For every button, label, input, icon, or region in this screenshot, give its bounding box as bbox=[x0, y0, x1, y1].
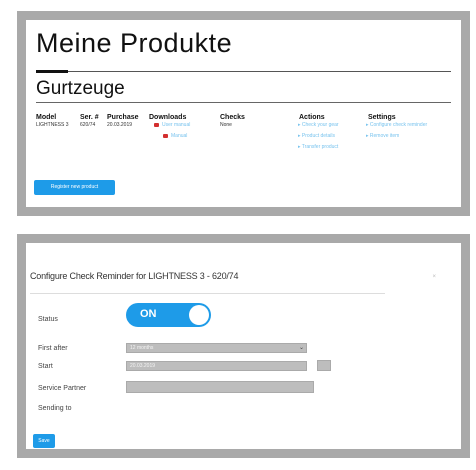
products-panel: Meine Produkte Gurtzeuge Model Ser. # Pu… bbox=[17, 11, 470, 216]
cell-purchase: 20.03.2019 bbox=[107, 122, 133, 128]
cell-serial: 620/74 bbox=[80, 122, 96, 128]
start-date-input[interactable]: 20.03.2019 bbox=[126, 361, 307, 371]
start-date-value: 20.03.2019 bbox=[130, 363, 156, 369]
header-purchase: Purchase bbox=[107, 114, 139, 121]
toggle-knob bbox=[189, 305, 209, 325]
status-toggle[interactable]: ON bbox=[126, 303, 211, 327]
settings-configure-reminder-link[interactable]: ▸ Configure check reminder bbox=[366, 122, 427, 128]
start-label: Start bbox=[38, 363, 53, 370]
modal-divider bbox=[30, 293, 385, 294]
download-user-manual-link[interactable]: User manual bbox=[162, 122, 190, 128]
cell-model: LIGHTNESS 3 bbox=[36, 122, 69, 128]
reminder-panel: Configure Check Reminder for LIGHTNESS 3… bbox=[17, 234, 470, 458]
close-icon[interactable]: × bbox=[432, 274, 436, 280]
category-divider bbox=[36, 102, 451, 103]
status-toggle-text: ON bbox=[140, 308, 157, 320]
action-product-details-link[interactable]: ▸ Product details bbox=[298, 133, 335, 139]
header-downloads: Downloads bbox=[149, 114, 187, 121]
action-transfer-link[interactable]: ▸ Transfer product bbox=[298, 144, 338, 150]
title-divider-accent bbox=[36, 70, 68, 73]
reminder-modal: Configure Check Reminder for LIGHTNESS 3… bbox=[26, 243, 461, 449]
service-partner-field[interactable] bbox=[126, 381, 314, 393]
products-panel-content: Meine Produkte Gurtzeuge Model Ser. # Pu… bbox=[26, 20, 461, 207]
cell-checks: None bbox=[220, 122, 232, 128]
save-button[interactable]: Save bbox=[33, 434, 55, 448]
pdf-icon bbox=[154, 123, 159, 127]
pdf-icon bbox=[163, 134, 168, 138]
status-label: Status bbox=[38, 316, 58, 323]
header-serial: Ser. # bbox=[80, 114, 99, 121]
category-title: Gurtzeuge bbox=[36, 78, 125, 99]
modal-title: Configure Check Reminder for LIGHTNESS 3… bbox=[30, 271, 239, 281]
first-after-select[interactable]: 12 months ⌄ bbox=[126, 343, 307, 353]
title-divider bbox=[36, 71, 451, 72]
page-title: Meine Produkte bbox=[36, 28, 233, 58]
service-partner-label: Service Partner bbox=[38, 385, 87, 392]
header-model: Model bbox=[36, 114, 57, 121]
header-settings: Settings bbox=[368, 114, 396, 121]
register-product-button[interactable]: Register new product bbox=[34, 180, 115, 195]
calendar-icon[interactable] bbox=[317, 360, 331, 371]
sending-to-label: Sending to bbox=[38, 405, 72, 412]
first-after-value: 12 months bbox=[130, 345, 154, 351]
download-manual-link[interactable]: Manual bbox=[171, 133, 187, 139]
header-checks: Checks bbox=[220, 114, 245, 121]
settings-remove-item-link[interactable]: ▸ Remove item bbox=[366, 133, 399, 139]
action-check-gear-link[interactable]: ▸ Check your gear bbox=[298, 122, 339, 128]
first-after-label: First after bbox=[38, 345, 68, 352]
header-actions: Actions bbox=[299, 114, 325, 121]
chevron-down-icon: ⌄ bbox=[298, 345, 304, 351]
